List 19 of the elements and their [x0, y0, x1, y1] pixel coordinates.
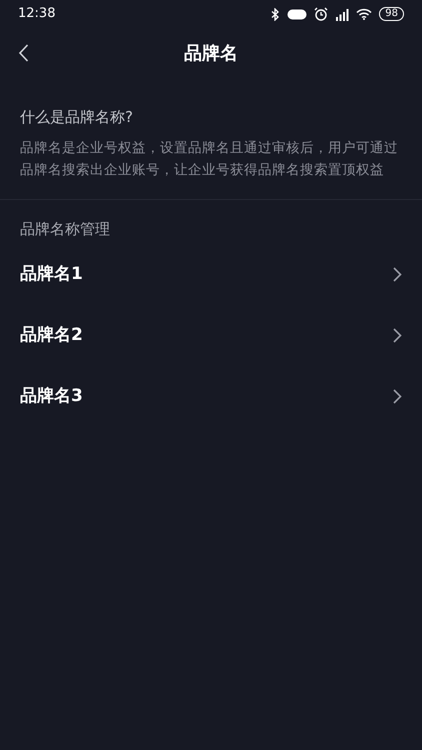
wifi-icon — [356, 8, 372, 20]
alarm-icon — [314, 7, 328, 21]
chevron-right-icon — [393, 389, 402, 404]
intro-heading: 什么是品牌名称? — [20, 107, 134, 128]
bluetooth-icon — [271, 8, 280, 20]
brand-name-row[interactable]: 品牌名1 — [0, 244, 422, 305]
back-button[interactable] — [18, 44, 29, 62]
pill-icon — [287, 8, 308, 20]
page-title: 品牌名 — [184, 42, 238, 66]
signal-icon — [335, 8, 350, 20]
section-title: 品牌名称管理 — [19, 218, 111, 240]
back-icon — [18, 44, 29, 62]
status-time: 12:38 — [18, 5, 56, 24]
chevron-right-icon — [393, 267, 402, 282]
battery-level: 98 — [379, 7, 404, 21]
intro-text: 品牌名是企业号权益，设置品牌名且通过审核后，用户可通过品牌名搜索出企业账号，让企业号获得品牌名搜索置顶权益 — [20, 138, 399, 180]
brand-name-row[interactable]: 品牌名2 — [0, 305, 422, 366]
brand-name-row[interactable]: 品牌名3 — [0, 366, 422, 427]
chevron-right-icon — [393, 328, 402, 343]
